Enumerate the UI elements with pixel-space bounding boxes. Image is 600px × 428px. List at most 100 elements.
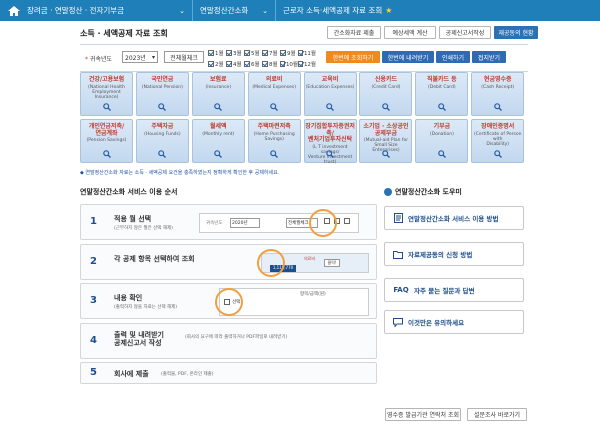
- month-checkbox[interactable]: 11월: [298, 47, 316, 58]
- year-select[interactable]: 2023년 ▾: [122, 51, 158, 63]
- star-icon[interactable]: ★: [385, 6, 392, 15]
- tile-label: 개인연금저축/ 연금계좌: [88, 123, 125, 137]
- step-title: 출력 및 내려받기 공제신고서 작성: [114, 330, 164, 347]
- category-tile[interactable]: 건강/고용보험 (National Health Employment Insur…: [80, 72, 133, 116]
- help-link-consent[interactable]: 자료제공동의 신청 방법: [384, 242, 524, 266]
- category-tile[interactable]: 직불카드 등 (Debit Card): [415, 72, 469, 116]
- breadcrumb-label: 근로자 소득·세액공제 자료 조회: [283, 6, 383, 15]
- checkbox[interactable]: [298, 60, 303, 67]
- category-tile[interactable]: 보험료 (Insurance): [191, 72, 245, 116]
- download-all-button[interactable]: 한번에 내려받기: [382, 51, 434, 63]
- search-icon: [326, 103, 335, 111]
- checkbox[interactable]: [280, 60, 285, 67]
- write-deduction-form-button[interactable]: 공제신고서작성: [439, 26, 491, 39]
- category-tile[interactable]: 주택자금 (Housing Funds): [135, 119, 189, 163]
- search-icon: [382, 103, 390, 111]
- month-checkbox[interactable]: 7월: [262, 47, 280, 58]
- category-tile[interactable]: 소기업 · 소상공인 공제부금 (Mutual-aid Plan for Smal…: [359, 119, 413, 163]
- tile-english-label: (Debit Card): [428, 84, 456, 90]
- guide-step-3: 3 내용 확인 (출력하지 않을 자료는 선택 해제) 선택 항목/금액(원): [80, 283, 377, 319]
- breadcrumb-menu-2[interactable]: 연말정산간소화 ⌄: [193, 0, 275, 21]
- help-link-cautions[interactable]: 이것만은 유의하세요: [384, 310, 524, 334]
- tile-english-label: (Housing Funds): [144, 131, 181, 137]
- category-tile[interactable]: 기부금 (Donation): [415, 119, 469, 163]
- folder-icon: [393, 249, 403, 259]
- tile-english-label: (Credit Card): [371, 84, 401, 90]
- tile-label: 건강/고용보험: [88, 76, 125, 83]
- receive-button[interactable]: 접지받기: [472, 51, 506, 63]
- deduction-category-grid: 건강/고용보험 (National Health Employment Insur…: [80, 72, 525, 165]
- category-tile[interactable]: 의료비 (Medical Expenses): [247, 72, 301, 116]
- checkbox[interactable]: [262, 49, 268, 56]
- bottom-button-group: 영수증 발급기관 연락처 조회 설문조사 바로가기: [385, 408, 527, 421]
- category-tile[interactable]: 장기집합투자증권저축/ 벤처기업투자신탁 (L T investment savi…: [303, 119, 357, 165]
- month-checkbox[interactable]: 8월: [262, 58, 280, 69]
- search-all-button[interactable]: 한번에 조회하기: [326, 51, 380, 63]
- breadcrumb-menu-3[interactable]: 근로자 소득·세액공제 자료 조회 ★: [276, 0, 399, 21]
- checkbox[interactable]: [298, 49, 303, 56]
- category-tile[interactable]: 국민연금 (National Pension): [135, 72, 189, 116]
- month-checkbox[interactable]: 12월: [298, 58, 316, 69]
- chat-bubble-icon: [393, 317, 403, 327]
- category-tile[interactable]: 신용카드 (Credit Card): [359, 72, 413, 116]
- chevron-down-icon: ⌄: [179, 6, 185, 15]
- search-icon: [102, 103, 111, 111]
- category-tile[interactable]: 월세액 (Monthly rent): [191, 119, 245, 163]
- guide-step-5: 5 회사에 제출 (출력물, PDF, 온라인 제출): [80, 362, 377, 384]
- breadcrumb-menu-1[interactable]: 장려금 · 연말정산 · 전자기부금 ⌄: [20, 0, 192, 21]
- checkbox[interactable]: [244, 60, 250, 67]
- month-checkbox[interactable]: 6월: [244, 58, 262, 69]
- step-title: 각 공제 항목 선택하여 조회: [114, 254, 195, 263]
- search-icon: [382, 150, 390, 158]
- search-icon: [270, 103, 279, 111]
- month-checkbox[interactable]: 2월: [208, 58, 226, 69]
- consent-status-button[interactable]: 재공동의 현황: [494, 26, 538, 39]
- checkbox[interactable]: [280, 49, 286, 56]
- search-icon: [493, 150, 502, 158]
- search-icon: [158, 150, 167, 158]
- category-tile[interactable]: 현금영수증 (Cash Receipt): [471, 72, 525, 116]
- category-tile[interactable]: 교육비 (Education Expenses): [303, 72, 357, 116]
- tile-english-label: (Pension Savings): [86, 138, 127, 143]
- tile-english-label: (National Health Employment Insurance): [88, 84, 125, 100]
- faq-icon: FAQ: [393, 286, 409, 294]
- tile-english-label: (Medical Expenses): [252, 84, 296, 90]
- month-checkbox[interactable]: 10월: [280, 58, 298, 69]
- highlight-circle: [215, 288, 243, 316]
- search-icon: [326, 150, 335, 158]
- step-subtitle: (출력물, PDF, 온라인 제출): [161, 372, 214, 377]
- estimate-tax-button[interactable]: 예상세액 계산: [384, 26, 436, 39]
- month-checkbox[interactable]: 4월: [226, 58, 244, 69]
- tile-label: 교육비: [321, 76, 339, 83]
- tile-english-label: (Education Expenses): [305, 84, 355, 90]
- search-icon: [438, 150, 446, 158]
- submit-data-button[interactable]: 간소화자료 제출: [327, 26, 381, 39]
- survey-button[interactable]: 설문조사 바로가기: [467, 408, 527, 421]
- month-checkbox[interactable]: 3월: [226, 47, 244, 58]
- category-tile[interactable]: 개인연금저축/ 연금계좌 (Pension Savings): [80, 119, 133, 163]
- print-button[interactable]: 인쇄하기: [436, 51, 470, 63]
- home-icon[interactable]: [8, 5, 20, 16]
- checkbox[interactable]: [208, 49, 214, 56]
- help-link-usage[interactable]: 연말정산간소화 서비스 이용 방법: [384, 206, 524, 230]
- checkbox[interactable]: [262, 60, 268, 67]
- month-checkbox[interactable]: 1월: [208, 47, 226, 58]
- filter-bar: * 귀속년도 2023년 ▾ 전체월체크 1월 3월 5월 7월 9월 11월 …: [80, 44, 528, 72]
- guide-step-4: 4 출력 및 내려받기 공제신고서 작성 (회사의 요구에 따라 출력하거나 P…: [80, 322, 377, 359]
- check-all-months-button[interactable]: 전체월체크: [164, 51, 204, 63]
- month-checkbox[interactable]: 5월: [244, 47, 262, 58]
- month-checkbox[interactable]: 9월: [280, 47, 298, 58]
- category-tile[interactable]: 장애인증명서 (Certificate of Person with Disabi…: [471, 119, 525, 163]
- checkbox[interactable]: [226, 49, 232, 56]
- help-link-faq[interactable]: FAQ 자주 묻는 질문과 답변: [384, 278, 524, 302]
- step-subtitle: (회사의 요구에 따라 출력하거나 PDF파일로 내려받기): [185, 334, 288, 340]
- search-icon: [493, 103, 502, 111]
- checkbox[interactable]: [244, 49, 250, 56]
- category-tile[interactable]: 주택마련저축 (Home Purchasing Savings): [247, 119, 301, 163]
- search-icon: [214, 150, 223, 158]
- guide-step-2: 2 각 공제 항목 선택하여 조회 1,115,770 의료비 클릭!: [80, 243, 377, 280]
- checkbox[interactable]: [208, 60, 214, 67]
- notice-text: ◆ 연말정산간소화 자료는 소득 · 세액공제 요건을 충족하였는지 정확하게 …: [80, 170, 280, 176]
- checkbox[interactable]: [226, 60, 232, 67]
- issuer-contact-button[interactable]: 영수증 발급기관 연락처 조회: [385, 408, 461, 421]
